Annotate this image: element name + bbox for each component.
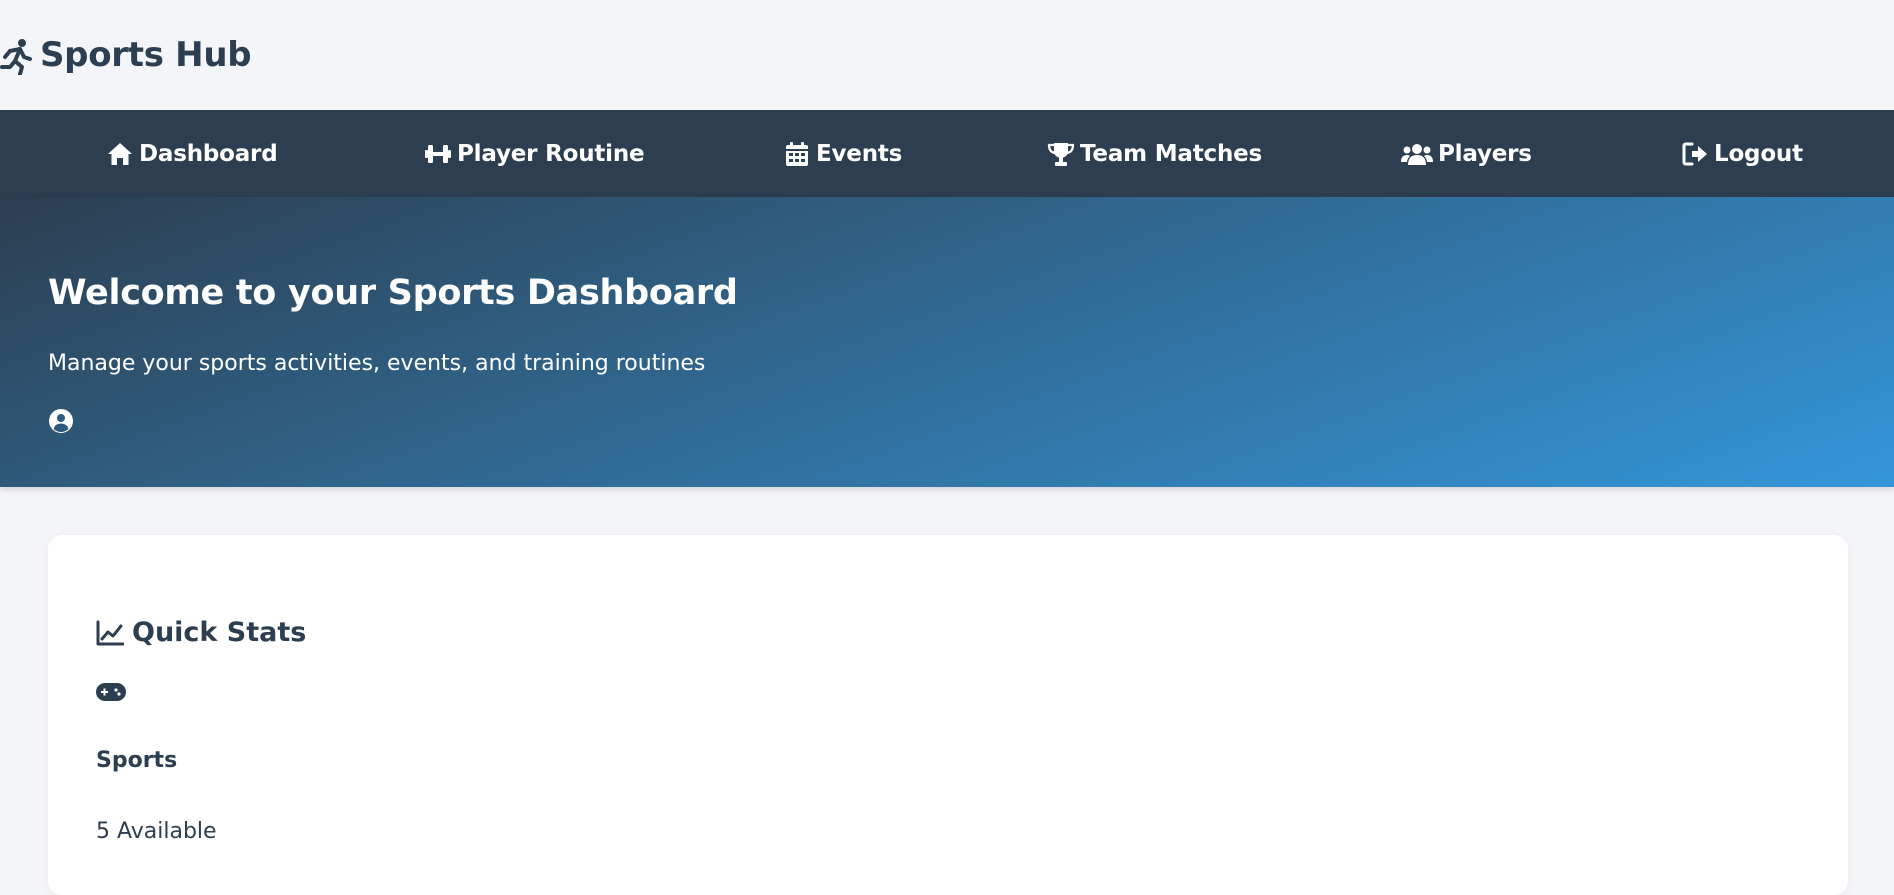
gamepad-icon [96, 682, 126, 702]
top-bar: Sports Hub [0, 0, 1894, 110]
running-person-icon [0, 35, 32, 75]
quick-stats-title: Quick Stats [96, 617, 1848, 648]
stat-name: Sports [96, 748, 178, 773]
nav-item-label: Players [1438, 140, 1532, 167]
calendar-icon [786, 141, 808, 166]
nav-item-dashboard[interactable]: Dashboard [106, 140, 278, 168]
trophy-icon [1047, 142, 1075, 166]
app-logo[interactable]: Sports Hub [0, 35, 252, 75]
nav-item-label: Player Routine [457, 140, 645, 167]
logout-icon [1682, 142, 1707, 165]
hero-subtitle: Manage your sports activities, events, a… [48, 351, 706, 376]
nav-item-label: Logout [1714, 140, 1803, 167]
nav-item-logout[interactable]: Logout [1681, 140, 1803, 168]
nav-item-team-matches[interactable]: Team Matches [1047, 140, 1262, 168]
quick-stats-label: Quick Stats [132, 617, 307, 648]
main-nav: Dashboard Player Routine Events Team Mat… [0, 110, 1894, 197]
dumbbell-icon [425, 144, 451, 163]
stat-value: 5 Available [96, 819, 217, 844]
app-title: Sports Hub [40, 35, 252, 75]
nav-item-label: Team Matches [1080, 140, 1263, 167]
nav-item-label: Dashboard [139, 140, 278, 167]
nav-item-players[interactable]: Players [1401, 140, 1532, 168]
users-icon [1401, 143, 1433, 165]
nav-item-label: Events [816, 140, 903, 167]
quick-stats-card: Quick Stats Sports 5 Available [48, 535, 1848, 895]
chart-line-icon [96, 620, 124, 645]
hero-title: Welcome to your Sports Dashboard [48, 273, 738, 313]
nav-item-events[interactable]: Events [783, 140, 902, 168]
welcome-hero: Welcome to your Sports Dashboard Manage … [0, 197, 1894, 487]
home-icon [108, 142, 132, 165]
user-circle-icon[interactable] [48, 408, 74, 434]
nav-item-player-routine[interactable]: Player Routine [424, 140, 645, 168]
